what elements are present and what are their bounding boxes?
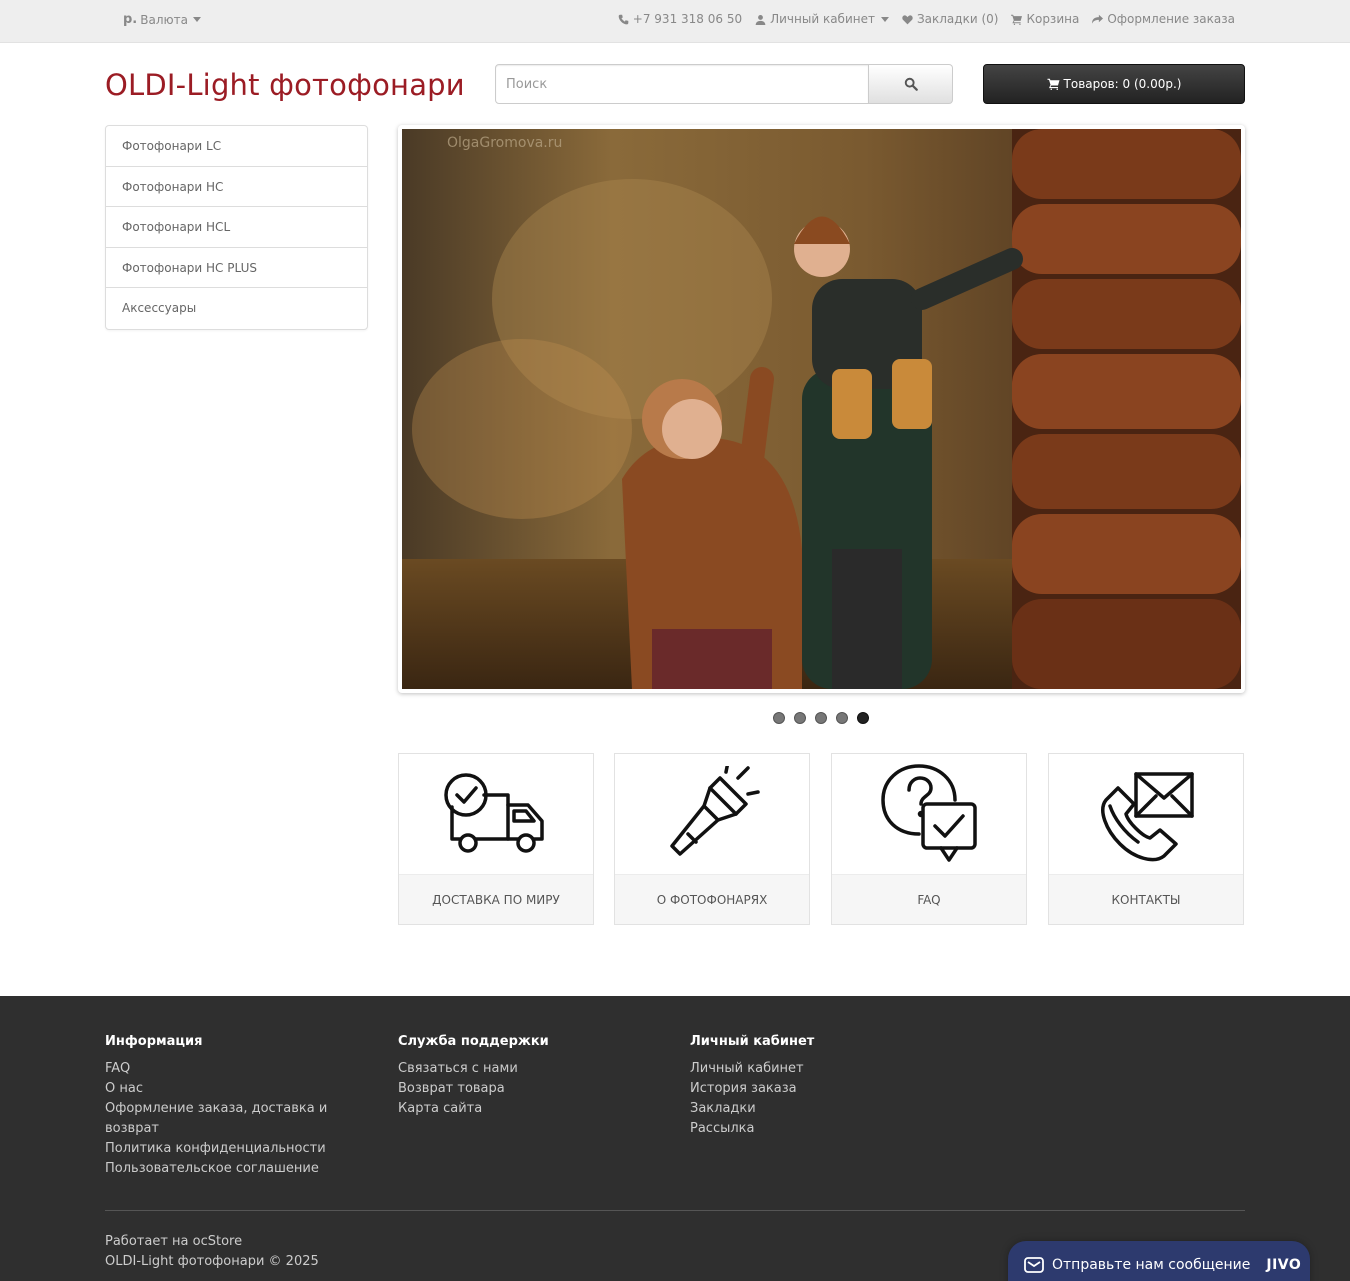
cart-icon (1047, 78, 1060, 90)
tile-label: О ФОТОФОНАРЯХ (615, 874, 809, 924)
footer-account-title: Личный кабинет (690, 1034, 815, 1049)
tile-label: ДОСТАВКА ПО МИРУ (399, 874, 593, 924)
chat-widget-label: Отправьте нам сообщение (1052, 1257, 1251, 1273)
powered-prefix: Работает на (105, 1234, 189, 1249)
slideshow-pagination (773, 712, 869, 724)
faq-chat-icon (881, 764, 977, 862)
top-bar: р. Валюта +7 931 318 06 50 Личный кабине… (0, 0, 1350, 43)
slide-dot-1[interactable] (773, 712, 785, 724)
footer-link-about[interactable]: О нас (105, 1079, 335, 1099)
footer-link-delivery[interactable]: Оформление заказа, доставка и возврат (105, 1099, 335, 1139)
currency-symbol: р. (123, 12, 138, 27)
slide-dot-2[interactable] (794, 712, 806, 724)
wishlist-link[interactable]: Закладки (0) (902, 12, 998, 26)
tile-label: FAQ (832, 874, 1026, 924)
footer-powered: Работает на ocStore OLDI-Light фотофонар… (105, 1232, 319, 1272)
category-item-hcl[interactable]: Фотофонари HCL (106, 207, 367, 248)
tile-delivery[interactable]: ДОСТАВКА ПО МИРУ (398, 753, 594, 925)
user-icon (755, 14, 766, 25)
category-item-accessories[interactable]: Аксессуары (106, 288, 367, 329)
chat-widget[interactable]: Отправьте нам сообщение JIVO (1008, 1241, 1310, 1281)
photo-watermark: OlgaGromova.ru (447, 135, 562, 151)
phone-text: +7 931 318 06 50 (632, 12, 743, 26)
category-item-lc[interactable]: Фотофонари LC (106, 126, 367, 167)
checkout-text: Оформление заказа (1107, 12, 1235, 26)
account-text: Личный кабинет (770, 12, 875, 26)
share-icon (1092, 14, 1104, 24)
site-footer: Информация FAQ О нас Оформление заказа, … (0, 996, 1350, 1281)
phone-icon (618, 14, 629, 24)
contact-phone-mail-icon (1101, 772, 1194, 862)
tile-contacts[interactable]: КОНТАКТЫ (1048, 753, 1244, 925)
copyright: OLDI-Light фотофонари © 2025 (105, 1254, 319, 1269)
search-button[interactable] (869, 64, 953, 104)
footer-link-sitemap[interactable]: Карта сайта (398, 1099, 549, 1119)
delivery-truck-icon (444, 773, 544, 853)
cart-link[interactable]: Корзина (1011, 12, 1079, 26)
cart-text: Корзина (1026, 12, 1080, 26)
slide-dot-4[interactable] (836, 712, 848, 724)
slideshow-image[interactable]: OlgaGromova.ru (398, 125, 1245, 693)
footer-divider (105, 1210, 1245, 1211)
footer-account-column: Личный кабинет Личный кабинет История за… (690, 1034, 814, 1139)
footer-info-title: Информация (105, 1034, 203, 1049)
footer-link-terms[interactable]: Пользовательское соглашение (105, 1159, 335, 1179)
top-links: +7 931 318 06 50 Личный кабинет Закладки… (618, 12, 1235, 26)
mail-icon (1024, 1257, 1044, 1273)
heart-icon (902, 14, 913, 24)
currency-label: Валюта (140, 12, 188, 27)
log-wall (1012, 129, 1241, 689)
tile-faq[interactable]: FAQ (831, 753, 1027, 925)
category-item-hc[interactable]: Фотофонари HC (106, 167, 367, 208)
tile-about-flashlights[interactable]: О ФОТОФОНАРЯХ (614, 753, 810, 925)
tile-label: КОНТАКТЫ (1049, 874, 1243, 924)
footer-link-privacy[interactable]: Политика конфиденциальности (105, 1139, 335, 1159)
currency-dropdown[interactable]: р. Валюта (123, 12, 201, 27)
powered-link[interactable]: ocStore (193, 1234, 242, 1249)
footer-link-account[interactable]: Личный кабинет (690, 1059, 814, 1079)
footer-support-title: Служба поддержки (398, 1034, 549, 1049)
search-input[interactable] (495, 64, 869, 104)
footer-link-newsletter[interactable]: Рассылка (690, 1119, 814, 1139)
checkout-link[interactable]: Оформление заказа (1092, 12, 1235, 26)
cart-button[interactable]: Товаров: 0 (0.00р.) (983, 64, 1245, 104)
flashlight-icon (670, 766, 760, 856)
cart-icon (1011, 14, 1023, 25)
jivo-logo: JIVO (1266, 1257, 1302, 1273)
slide-dot-3[interactable] (815, 712, 827, 724)
category-list: Фотофонари LC Фотофонари HC Фотофонари H… (105, 125, 368, 330)
category-item-hc-plus[interactable]: Фотофонари HC PLUS (106, 248, 367, 289)
wishlist-text: Закладки (0) (916, 12, 999, 26)
footer-link-returns[interactable]: Возврат товара (398, 1079, 549, 1099)
account-link[interactable]: Личный кабинет (755, 12, 889, 26)
footer-info-column: Информация FAQ О нас Оформление заказа, … (105, 1034, 335, 1179)
search-icon (904, 77, 918, 91)
footer-link-faq[interactable]: FAQ (105, 1059, 335, 1079)
footer-support-column: Служба поддержки Связаться с нами Возвра… (398, 1034, 549, 1119)
slide-dot-5[interactable] (857, 712, 869, 724)
footer-link-contact[interactable]: Связаться с нами (398, 1059, 549, 1079)
caret-down-icon (880, 16, 889, 22)
family-photo: OlgaGromova.ru (402, 129, 1241, 689)
footer-link-wishlist[interactable]: Закладки (690, 1099, 814, 1119)
search-bar (495, 64, 953, 104)
phone-link[interactable]: +7 931 318 06 50 (618, 12, 742, 26)
caret-down-icon (192, 17, 201, 22)
cart-button-label: Товаров: 0 (0.00р.) (1063, 77, 1182, 91)
site-logo[interactable]: OLDI-Light фотофонари (105, 68, 465, 102)
footer-link-order-history[interactable]: История заказа (690, 1079, 814, 1099)
